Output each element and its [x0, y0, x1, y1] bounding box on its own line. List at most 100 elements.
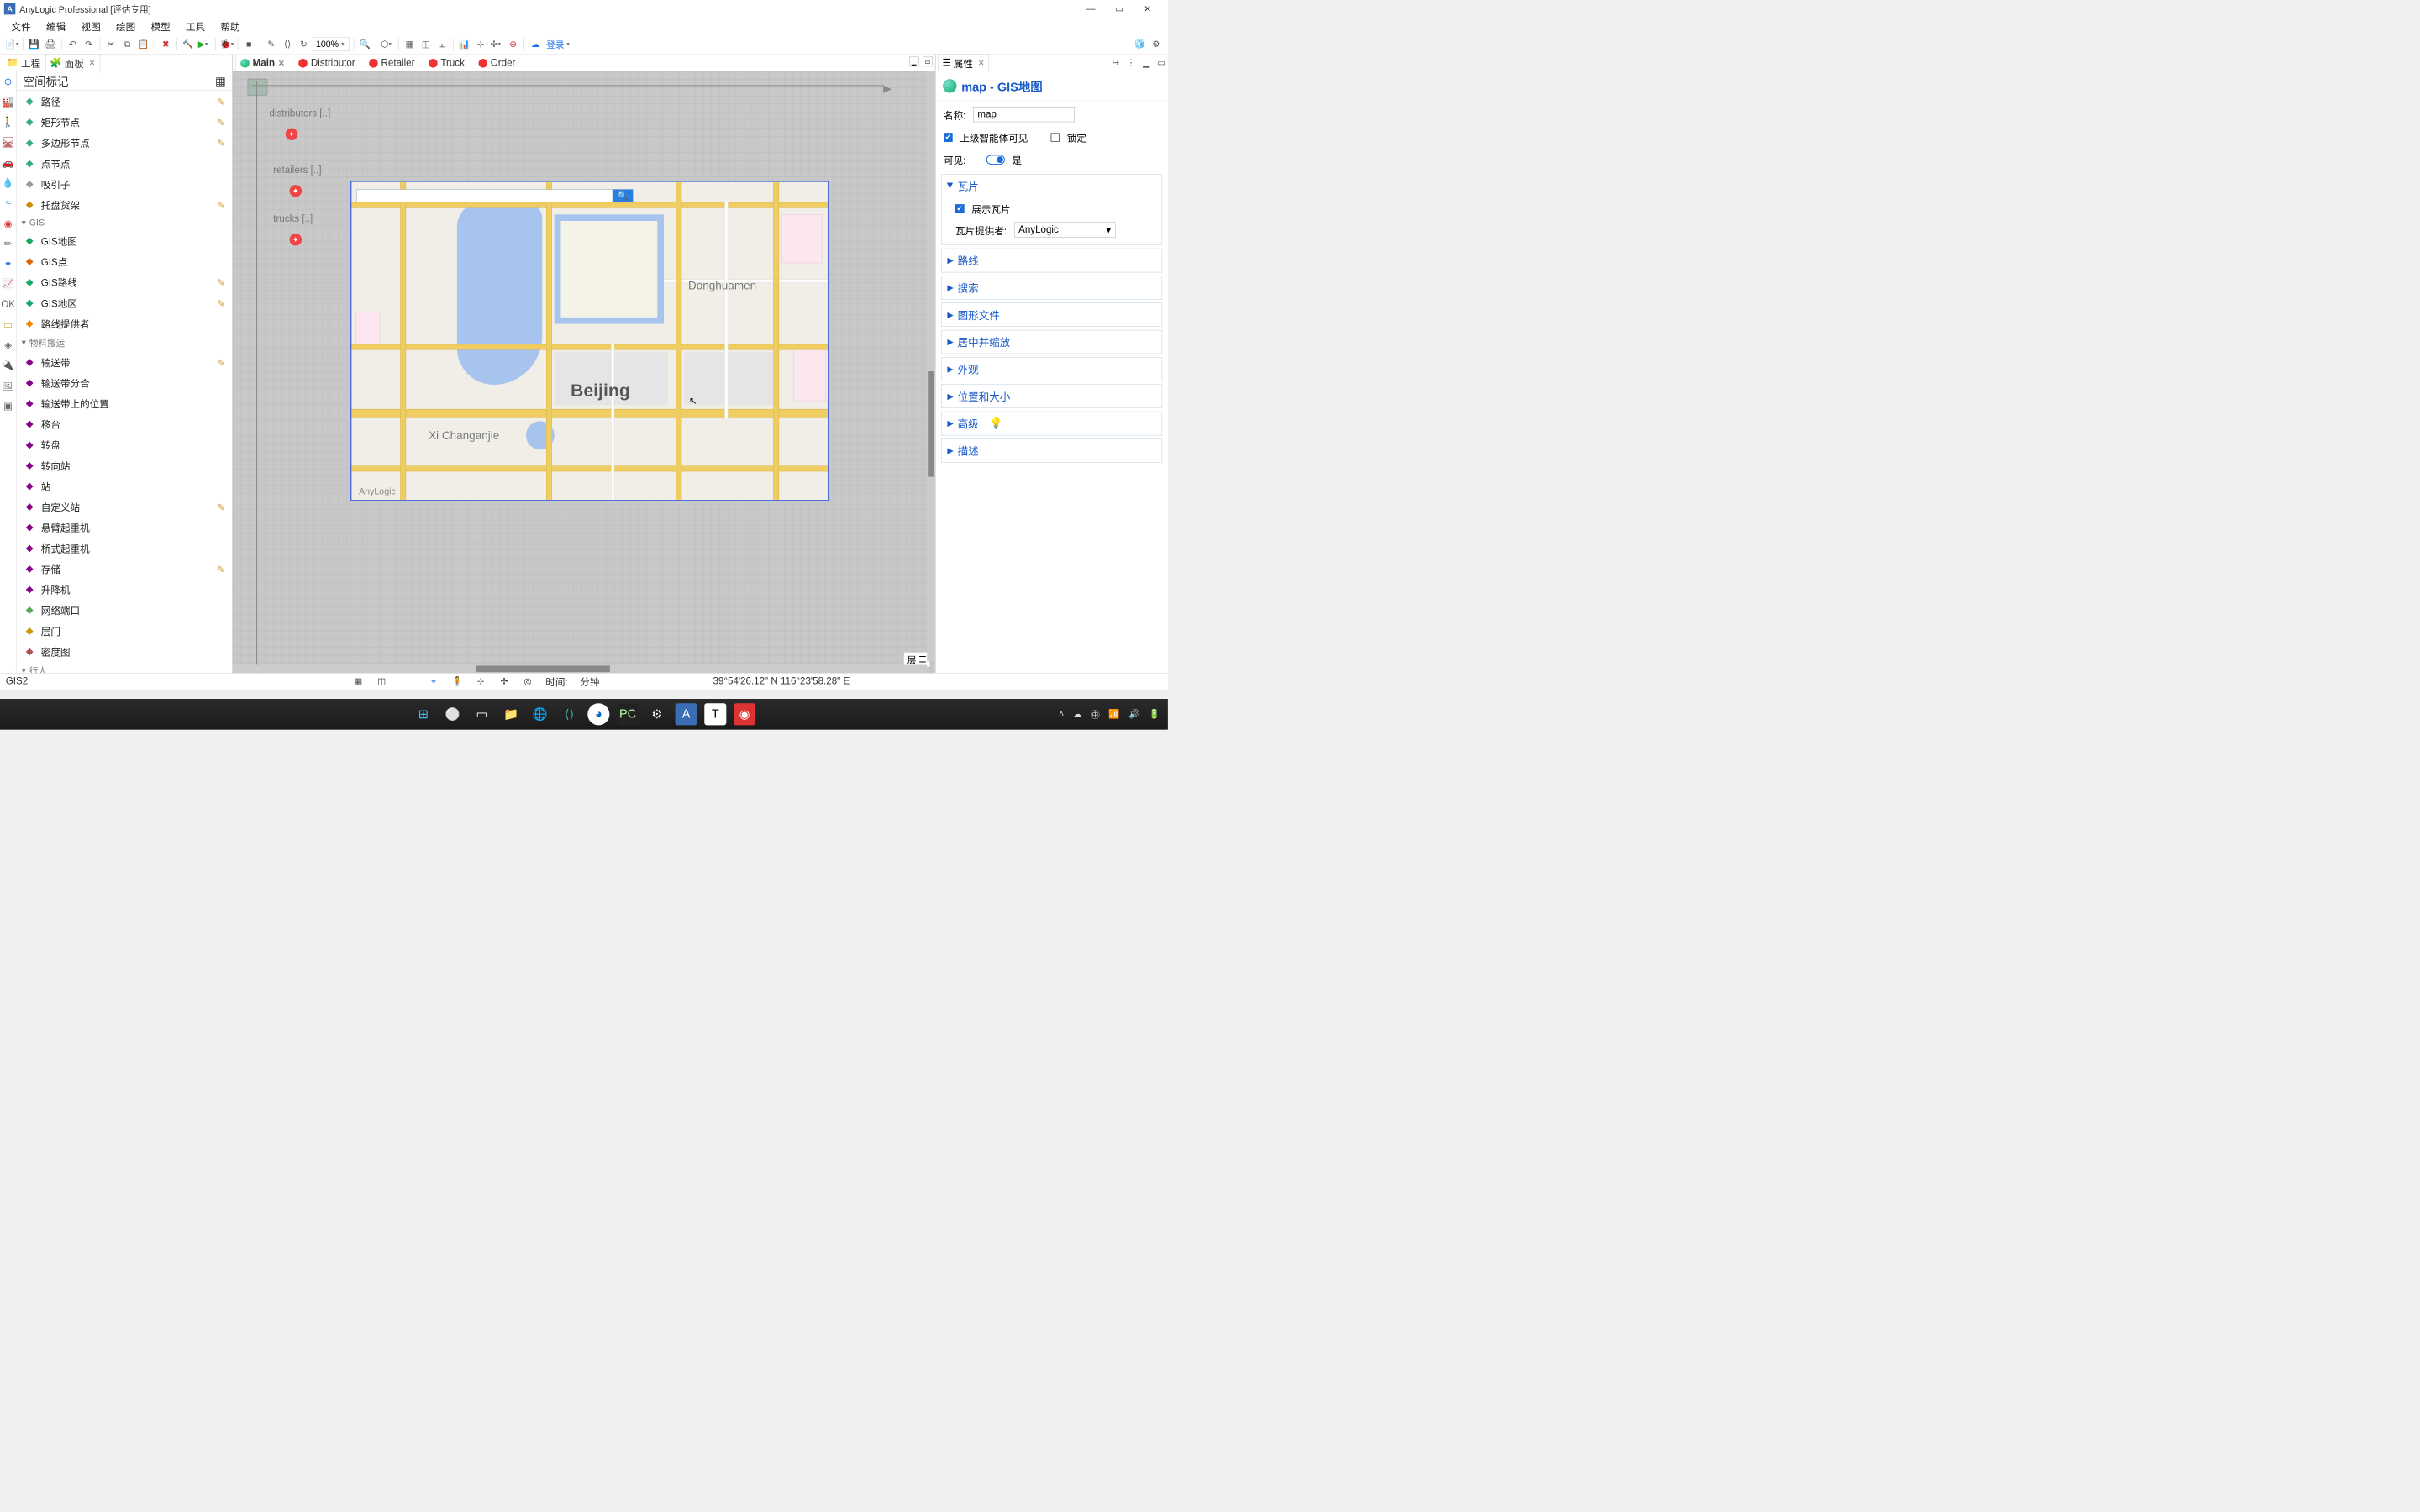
visible-toggle[interactable] — [986, 155, 1005, 165]
section-advanced-header[interactable]: ▶高级 💡 — [942, 412, 1162, 435]
gis-search-button[interactable]: 🔍 — [613, 189, 633, 202]
menu-edit[interactable]: 编辑 — [43, 18, 69, 35]
cat-action-icon[interactable]: ◈ — [2, 339, 13, 350]
delete-button[interactable]: ✖ — [159, 37, 172, 50]
tray-input-icon[interactable]: ㊥ — [1091, 708, 1100, 721]
cat-presentation-icon[interactable]: ✏ — [2, 238, 13, 249]
tray-volume-icon[interactable]: 🔊 — [1128, 709, 1139, 720]
edit-pencil-icon[interactable]: ✎ — [217, 200, 227, 210]
section-shapefile-header[interactable]: ▶图形文件 — [942, 303, 1162, 327]
menu-tools[interactable]: 工具 — [182, 18, 208, 35]
tray-chevron-icon[interactable]: ˄ — [1059, 709, 1064, 720]
tab-properties[interactable]: ☰属性✕ — [938, 54, 989, 72]
more-icon[interactable]: ⋮ — [1127, 57, 1136, 68]
palette-item[interactable]: ◆桥式起重机 — [17, 538, 233, 559]
taskbar-anylogic-icon[interactable]: A — [676, 703, 697, 725]
cat-connectivity-icon[interactable]: 🔌 — [2, 360, 13, 371]
taskbar-typora-icon[interactable]: T — [704, 703, 726, 725]
grid-button[interactable]: ▦ — [402, 37, 416, 50]
edit-pencil-icon[interactable]: ✎ — [217, 564, 227, 574]
menu-draw[interactable]: 绘图 — [113, 18, 139, 35]
show-tiles-checkbox[interactable]: ✔ — [955, 204, 965, 213]
align-button[interactable]: ⫠ — [435, 37, 449, 50]
cat-factory-icon[interactable]: 🏭 — [2, 96, 13, 108]
menu-view[interactable]: 视图 — [78, 18, 104, 35]
minimize-button[interactable]: — — [1083, 3, 1099, 14]
tab-project[interactable]: 📁工程 — [3, 54, 45, 71]
palette-item[interactable]: ◆悬臂起重机 — [17, 517, 233, 538]
misc2-button[interactable]: ✢▾ — [490, 37, 503, 50]
sb-snap-icon[interactable]: ◫ — [376, 675, 388, 687]
palette-item[interactable]: ◆路线提供者 — [17, 313, 233, 334]
palette-item[interactable]: ◆移台 — [17, 413, 233, 434]
cat-pedestrian-icon[interactable]: 🚶 — [2, 116, 13, 128]
palette-item[interactable]: ◆站 — [17, 475, 233, 496]
section-search-header[interactable]: ▶搜索 — [942, 276, 1162, 300]
sb-person-icon[interactable]: 🧍 — [451, 675, 463, 687]
menu-model[interactable]: 模型 — [148, 18, 174, 35]
canvas-origin-icon[interactable] — [247, 79, 267, 96]
shape-button[interactable]: ⬡▾ — [381, 37, 394, 50]
palette-item[interactable]: ◆GIS地图 — [17, 230, 233, 251]
redo-button[interactable]: ↷ — [82, 37, 95, 50]
taskbar-pycharm-icon[interactable]: PC — [617, 703, 639, 725]
palette-item[interactable]: ◆密度图 — [17, 641, 233, 662]
cat-road-icon[interactable]: 🚗 — [2, 156, 13, 168]
refresh-button[interactable]: ↻ — [297, 37, 310, 50]
edit-pencil-icon[interactable]: ✎ — [217, 138, 227, 148]
palette-item[interactable]: ◆输送带上的位置 — [17, 393, 233, 414]
section-tiles-header[interactable]: ▶瓦片 — [942, 175, 1162, 198]
maximize-button[interactable]: ▭ — [1111, 3, 1127, 14]
sb-grid-icon[interactable]: ▦ — [353, 675, 365, 687]
palette-item[interactable]: ◆转向站 — [17, 454, 233, 475]
palette-item[interactable]: ◆存储✎ — [17, 559, 233, 580]
edit-pencil-icon[interactable]: ✎ — [217, 117, 227, 127]
link-icon[interactable]: ↪ — [1112, 57, 1119, 68]
palette-item[interactable]: ◆网络端口 — [17, 600, 233, 621]
sb-target-icon[interactable]: ◎ — [522, 675, 534, 687]
build-button[interactable]: 🔨 — [182, 37, 195, 50]
visible-owner-checkbox[interactable]: ✔ — [944, 133, 953, 142]
code-button[interactable]: ⟨⟩ — [281, 37, 294, 50]
tray-battery-icon[interactable]: 🔋 — [1149, 709, 1160, 720]
paste-button[interactable]: 📋 — [137, 37, 150, 50]
taskbar-baidu-icon[interactable]: ◕ — [587, 703, 609, 725]
cloud-login-icon[interactable]: ☁ — [529, 37, 542, 50]
locked-checkbox[interactable] — [1050, 133, 1060, 142]
search-button[interactable]: 🔍 — [358, 37, 371, 50]
cut-button[interactable]: ✂ — [104, 37, 118, 50]
debug-button[interactable]: 🐞▾ — [220, 37, 234, 50]
login-button[interactable]: 登录 — [546, 38, 564, 50]
palette-item[interactable]: ◆托盘货架✎ — [17, 194, 233, 215]
section-pos-size-header[interactable]: ▶位置和大小 — [942, 385, 1162, 408]
cat-pictures-icon[interactable]: 🖼 — [2, 380, 13, 391]
section-description-header[interactable]: ▶描述 — [942, 439, 1162, 463]
new-button[interactable]: 📄▾ — [5, 37, 18, 50]
editor-tab[interactable]: Retailer — [364, 55, 423, 71]
cat-system-icon[interactable]: ≈ — [2, 197, 13, 209]
palette-item[interactable]: ◆升降机 — [17, 579, 233, 600]
sb-misc-icon[interactable]: ✢ — [498, 675, 510, 687]
taskbar-explorer-icon[interactable]: 📁 — [500, 703, 522, 725]
stop-button[interactable]: ■ — [242, 37, 255, 50]
tray-cloud-icon[interactable]: ☁ — [1073, 709, 1082, 720]
palette-item[interactable]: ◆吸引子 — [17, 174, 233, 195]
palette-item[interactable]: ◆GIS点 — [17, 251, 233, 272]
editor-tab[interactable]: Truck — [424, 55, 472, 71]
palette-view-toggle-icon[interactable]: ▦ — [215, 74, 226, 87]
population-label[interactable]: distributors [..] — [269, 108, 330, 119]
canvas-vscrollbar[interactable] — [928, 371, 934, 476]
palette-group-material[interactable]: ▾物料搬运 — [17, 333, 233, 351]
palette-item[interactable]: ◆输送带分合 — [17, 372, 233, 393]
palette-item[interactable]: ◆GIS地区✎ — [17, 292, 233, 313]
panel-min-icon[interactable]: ▁ — [1143, 57, 1150, 68]
menu-help[interactable]: 帮助 — [218, 18, 244, 35]
editor-canvas[interactable]: ▶ ▼ distributors [..]✦retailers [..]✦tru… — [233, 71, 935, 673]
taskbar-start-icon[interactable]: ⊞ — [413, 703, 434, 725]
cat-statechart-icon[interactable]: ▭ — [2, 318, 13, 330]
cat-controls-icon[interactable]: OK — [2, 298, 13, 310]
section-routes-header[interactable]: ▶路线 — [942, 249, 1162, 272]
chart-button[interactable]: 📊 — [458, 37, 471, 50]
3d-button[interactable]: 🧊 — [1133, 37, 1146, 50]
taskbar-taskview-icon[interactable]: ▭ — [471, 703, 492, 725]
